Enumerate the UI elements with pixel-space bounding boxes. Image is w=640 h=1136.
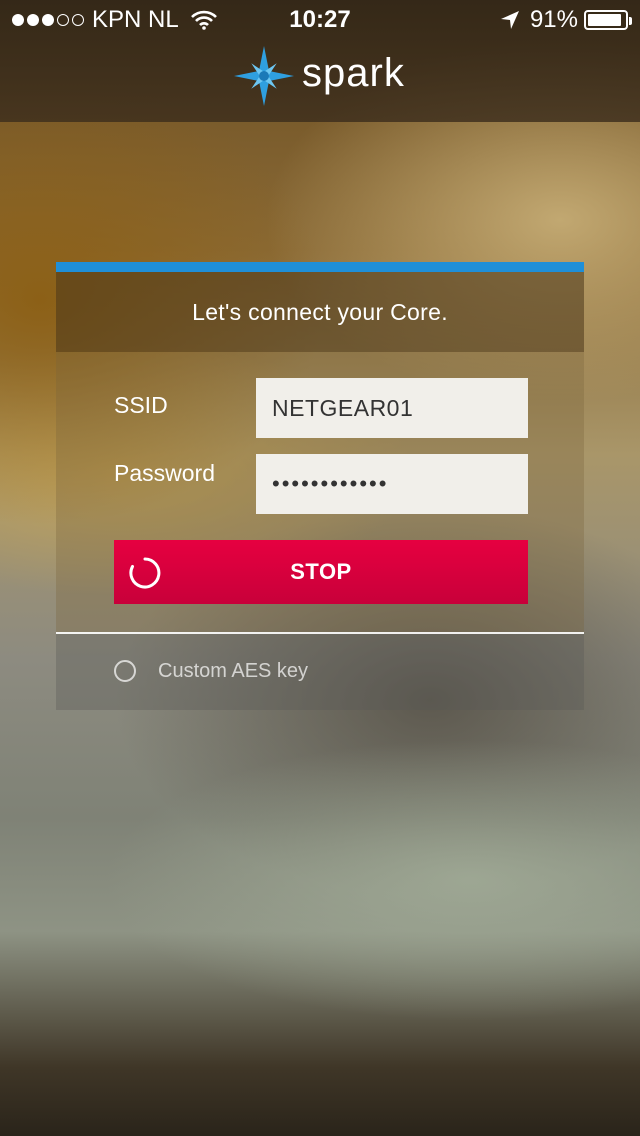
card-title: Let's connect your Core. [56,272,584,352]
star-compass-icon [234,46,294,106]
stop-button[interactable]: STOP [114,540,528,604]
battery-icon [584,10,632,30]
password-input[interactable]: •••••••••••• [256,454,528,514]
ssid-label: SSID [114,392,168,418]
card-accent-bar [56,262,584,272]
battery-percentage: 91% [529,6,578,33]
location-arrow-icon [500,11,519,29]
status-bar: KPN NL 10:27 91% [0,0,640,40]
loading-spinner-icon [129,557,161,589]
aes-radio-button[interactable] [114,660,136,682]
aes-key-label: Custom AES key [158,660,309,682]
password-label: Password [114,460,215,486]
card-form: SSID NETGEAR01 Password •••••••••••• STO… [56,352,584,632]
stop-button-label: STOP [290,559,352,584]
aes-option[interactable]: Custom AES key [56,634,584,710]
logo-text: spark [302,50,405,95]
ssid-input[interactable]: NETGEAR01 [256,378,528,438]
connect-card: Let's connect your Core. SSID NETGEAR01 … [56,262,584,710]
spark-logo: spark [232,44,405,108]
